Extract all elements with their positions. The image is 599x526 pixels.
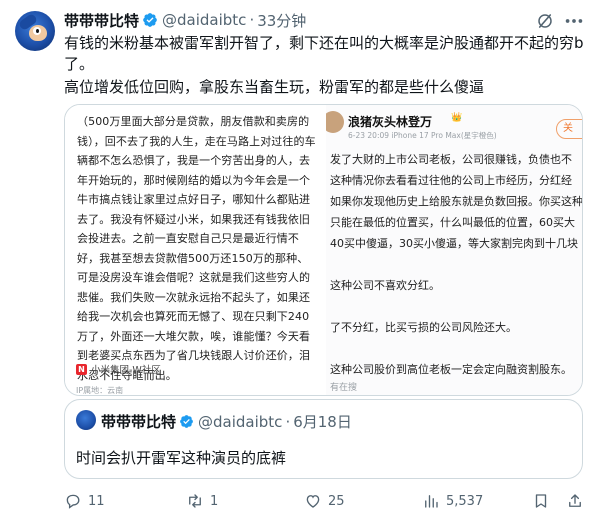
- bookmark-icon: [535, 494, 547, 508]
- ip-location: IP属地：云南: [76, 386, 124, 395]
- screenshot-post-text: （500万里面大部分是贷款，朋友借款和卖房的钱），回不去了我的人生，走在马路上对…: [77, 115, 316, 382]
- screenshot-follow-button: 关: [556, 119, 582, 139]
- avatar[interactable]: [15, 11, 55, 51]
- author-handle[interactable]: @daidaibtc: [162, 11, 246, 29]
- verified-badge-icon: [180, 415, 193, 428]
- comment-line: 只能在最低的位置买，什么叫最低的位置，60买大: [330, 216, 575, 229]
- tweet-text: 有钱的米粉基本被雷军割开智了，剩下还在叫的大概率是沪股通都开不起的穷b了。 高位…: [64, 33, 584, 100]
- comment-line: 发了大财的上市公司老板，公司很赚钱，负债也不: [330, 153, 572, 166]
- like-count: 25: [328, 493, 345, 509]
- screenshot-user-avatar: [326, 111, 344, 133]
- quoted-header: 带带带比特 @daidaibtc · 6月18日: [101, 411, 352, 432]
- media-grid[interactable]: （500万里面大部分是贷款，朋友借款和卖房的钱），回不去了我的人生，走在马路上对…: [64, 104, 583, 396]
- crown-badge-icon: 👑: [451, 113, 463, 123]
- share-icon: [569, 494, 581, 507]
- media-image-right[interactable]: 浪猪灰头林登万 👑 6-23 20:09 iPhone 17 Pro Max(星…: [326, 105, 583, 395]
- screenshot-post-meta: 6-23 20:09 iPhone 17 Pro Max(星宇橙色): [348, 131, 497, 140]
- community-tag-label: 小米集团-W社区: [91, 365, 161, 376]
- tweet: 带带带比特 @daidaibtc · 33分钟 有钱的米粉基本被雷军割开智了，剩…: [0, 0, 599, 526]
- comment-line: 这种公司股价到高位老板一定会定向融资割股东。: [330, 363, 572, 376]
- retweet-icon: [189, 494, 201, 508]
- retweet-count: 1: [210, 493, 219, 509]
- reply-icon: [66, 494, 80, 509]
- quoted-display-name: 带带带比特: [101, 413, 177, 431]
- more-options-icon[interactable]: [563, 12, 585, 30]
- screenshot-comment-text: 发了大财的上市公司老板，公司很赚钱，负债也不 这种情况你去看看过往他的公司上市经…: [330, 149, 583, 380]
- quoted-tweet[interactable]: 带带带比特 @daidaibtc · 6月18日 时间会扒开雷军这种演员的底裤: [64, 399, 583, 479]
- community-tag: N 小米集团-W社区: [76, 361, 161, 377]
- share-button[interactable]: [566, 491, 584, 511]
- author-display-name[interactable]: 带带带比特: [64, 10, 139, 31]
- view-count: 5,537: [446, 493, 484, 509]
- comment-line: 如果你发现他历史上给股东就是负数回报。你买这种: [330, 195, 583, 208]
- quoted-avatar: [76, 410, 96, 430]
- views-icon: [425, 495, 438, 508]
- separator-dot: ·: [285, 412, 291, 431]
- heart-icon: [306, 495, 320, 508]
- comment-line: 40买中傻逼，30买小傻逼，等大家割完肉到十几块: [330, 237, 578, 250]
- views-button[interactable]: 5,537: [422, 491, 483, 511]
- grok-icon[interactable]: [536, 12, 554, 30]
- screenshot-reply-hint: 有在搜: [330, 383, 358, 393]
- post-time[interactable]: 33分钟: [257, 10, 306, 31]
- separator-dot: ·: [249, 11, 255, 29]
- comment-line: 这种公司不喜欢分红。: [330, 279, 440, 292]
- reply-button[interactable]: 11: [64, 491, 105, 511]
- tweet-text-line: 高位增发低位回购，拿股东当畜生玩，粉雷军的都是些什么傻逼: [64, 78, 485, 96]
- tweet-text-line: 有钱的米粉基本被雷军割开智了，剩下还在叫的大概率是沪股通都开不起的穷b了。: [64, 34, 584, 73]
- comment-line: 了不分红，比买亏损的公司风险还大。: [330, 321, 517, 334]
- quoted-handle: @daidaibtc: [198, 412, 283, 431]
- like-button[interactable]: 25: [304, 491, 345, 511]
- comment-line: 这种情况你去看看过往他的公司上市经历，分红经: [330, 174, 572, 187]
- comment-line: [330, 338, 582, 359]
- verified-badge-icon: [143, 13, 157, 27]
- media-image-left[interactable]: （500万里面大部分是贷款，朋友借款和卖房的钱），回不去了我的人生，走在马路上对…: [65, 105, 323, 395]
- retweet-button[interactable]: 1: [186, 491, 218, 511]
- action-bar: 11 1 25 5,537: [64, 491, 584, 511]
- screenshot-user-name: 浪猪灰头林登万: [348, 115, 433, 129]
- comment-line: [330, 254, 582, 275]
- quoted-date: 6月18日: [293, 413, 352, 431]
- quoted-text: 时间会扒开雷军这种演员的底裤: [76, 449, 287, 467]
- bookmark-button[interactable]: [532, 491, 550, 511]
- comment-line: [330, 296, 582, 317]
- tweet-header: 带带带比特 @daidaibtc · 33分钟: [64, 10, 306, 30]
- reply-count: 11: [88, 493, 105, 509]
- community-logo-icon: N: [76, 363, 87, 375]
